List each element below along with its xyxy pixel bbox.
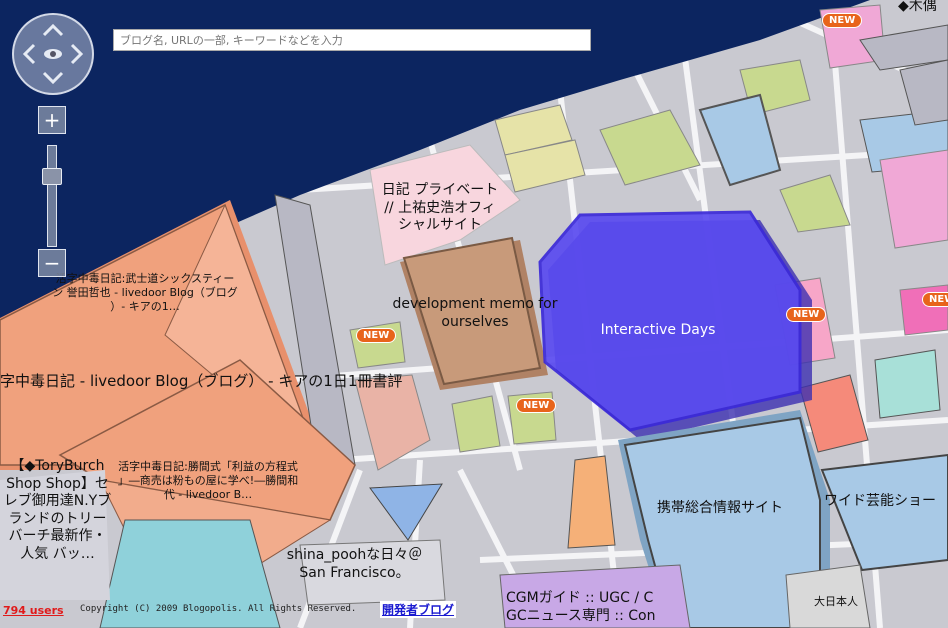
new-badge: NEW [786,307,827,322]
label-katsuji-2[interactable]: 字中毒日記 - livedoor Blog（ブログ） - キアの1日1冊書評 [0,372,440,391]
label-katsuji-3[interactable]: 活字中毒日記:勝間式「利益の方程式 」―商売は粉もの屋に学べ!―勝間和 代 - … [98,460,318,501]
zoom-out-button[interactable]: − [38,249,66,277]
pan-control[interactable] [12,13,94,95]
developer-blog-link[interactable]: 開発者ブログ [380,601,457,618]
label-nikki[interactable]: 日記 プライベート // 上祐史浩オフィ シャルサイト [355,182,525,235]
new-badge: NEW [356,328,397,343]
building-green-2[interactable] [451,395,501,453]
zoom-slider-handle[interactable] [42,168,62,185]
label-katsuji-1[interactable]: 活字中毒日記:武士道シックスティー ン 誉田哲也 - livedoor Blog… [30,272,260,313]
label-dainihon[interactable]: 大日本人 [796,595,876,609]
zoom-slider-track[interactable] [47,145,57,247]
copyright-text: Copyright (C) 2009 Blogopolis. All Right… [80,604,357,614]
label-cgm[interactable]: CGMガイド :: UGC / C GCニュース専門 :: Con [506,590,678,625]
search-input[interactable] [113,29,591,51]
label-kiki[interactable]: ◆木偶 [898,0,948,16]
new-badge: NEW [822,13,863,28]
users-count-link[interactable]: 794 users [3,604,64,617]
label-interactive-days[interactable]: Interactive Days [578,322,738,340]
pan-arrows-icon [22,23,84,85]
label-devmemo[interactable]: development memo for ourselves [380,296,570,331]
new-badge: NEW [516,398,557,413]
zoom-in-button[interactable]: + [38,106,66,134]
label-shina[interactable]: shina_poohな日々＠ San Francisco。 [262,547,447,582]
label-keitai[interactable]: 携帯総合情報サイト [640,500,800,518]
label-wide[interactable]: ワイド芸能ショー [824,493,948,511]
new-badge: NEW [922,292,948,307]
building-teal-1[interactable] [874,349,941,419]
label-toryburch[interactable]: 【◆ToryBurch Shop Shop】セ レブ御用達N.Yブ ランドのトリ… [0,458,115,563]
